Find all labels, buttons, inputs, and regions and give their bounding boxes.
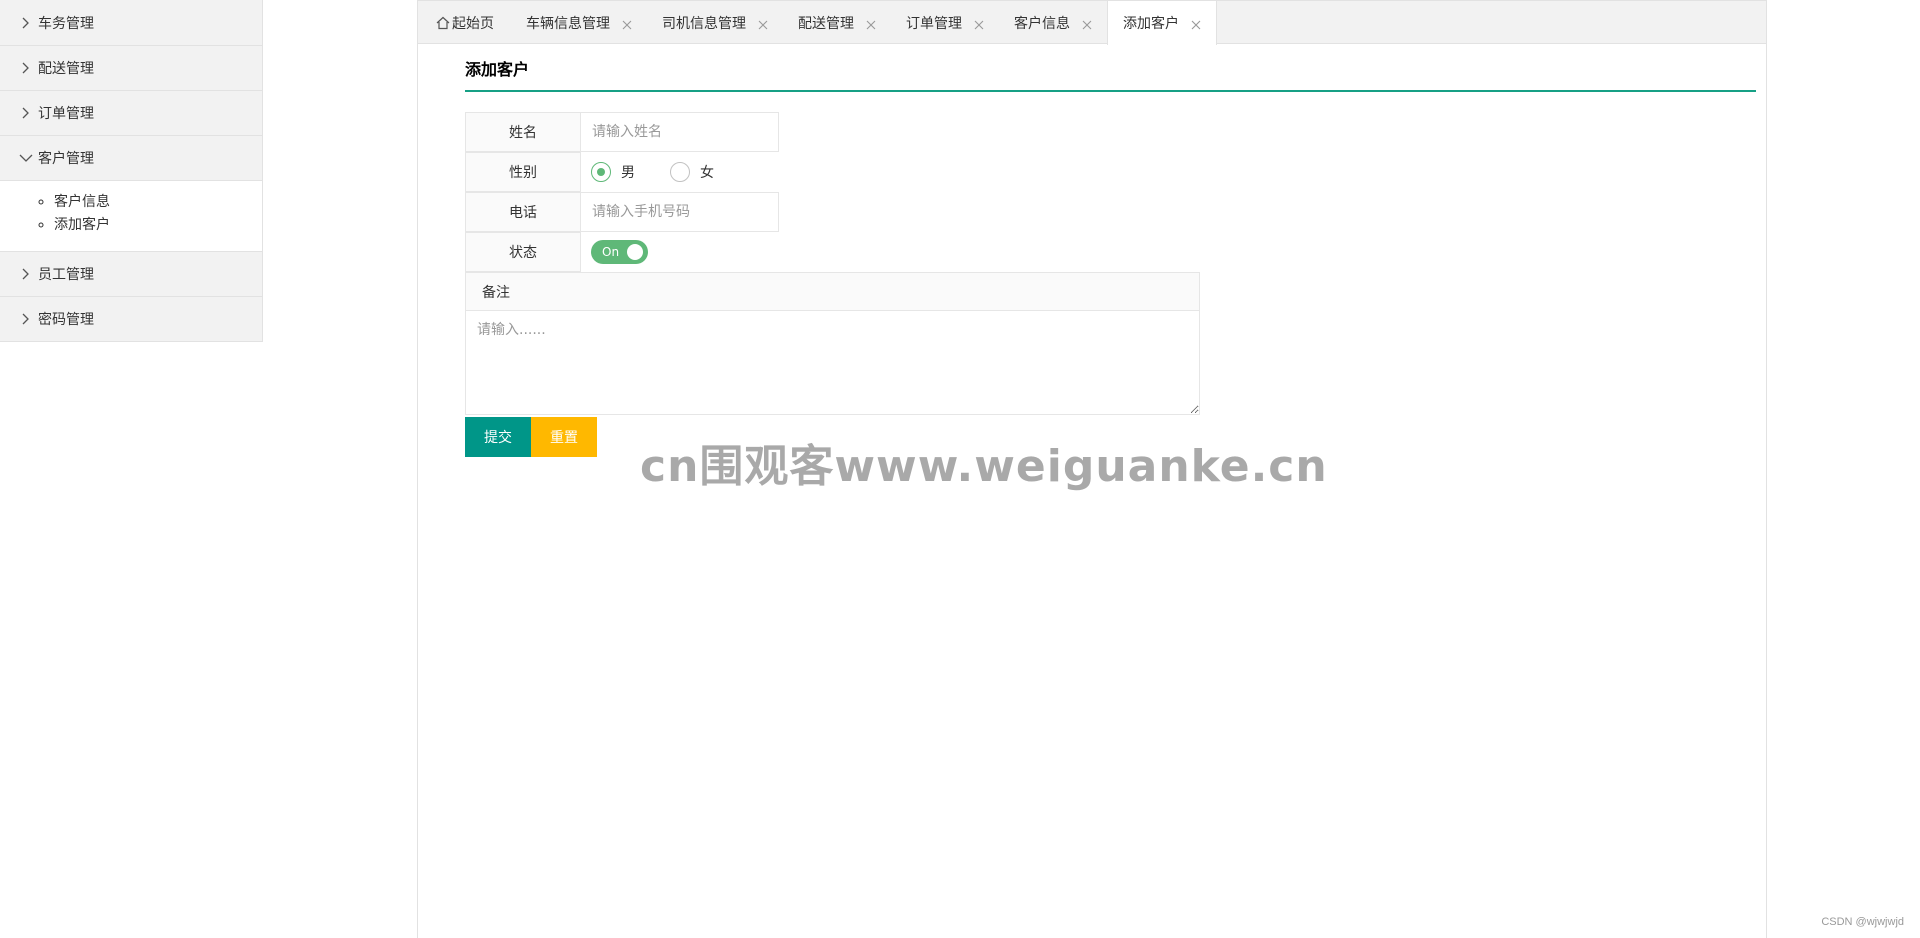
switch-knob bbox=[627, 244, 643, 260]
menu-group-password: 密码管理 bbox=[0, 296, 262, 341]
tab-home[interactable]: 起始页 bbox=[418, 1, 511, 44]
submenu-item-add-customer[interactable]: 添加客户 bbox=[54, 214, 262, 237]
status-label: 状态 bbox=[465, 232, 581, 272]
tab-label: 客户信息 bbox=[1014, 15, 1070, 32]
radio-label: 女 bbox=[700, 165, 714, 181]
gender-radio-male[interactable]: 男 bbox=[591, 162, 635, 182]
form-row-name: 姓名 bbox=[465, 112, 1756, 152]
menu-label: 订单管理 bbox=[38, 106, 94, 122]
gender-label: 性别 bbox=[465, 152, 581, 192]
chevron-right-icon bbox=[18, 60, 34, 76]
remark-box: 备注 bbox=[465, 272, 1200, 415]
tab-vehicle-info[interactable]: 车辆信息管理 bbox=[511, 1, 647, 44]
status-field: On bbox=[581, 232, 648, 272]
tab-driver-info[interactable]: 司机信息管理 bbox=[647, 1, 783, 44]
tab-label: 车辆信息管理 bbox=[526, 15, 610, 32]
chevron-right-icon bbox=[18, 105, 34, 121]
menu-head-staff[interactable]: 员工管理 bbox=[0, 251, 262, 296]
form-row-gender: 性别 男 女 bbox=[465, 152, 1756, 192]
switch-text: On bbox=[602, 245, 620, 259]
name-input[interactable] bbox=[581, 112, 779, 152]
chevron-right-icon bbox=[18, 311, 34, 327]
menu-group-vehicle: 车务管理 bbox=[0, 0, 262, 45]
name-label: 姓名 bbox=[465, 112, 581, 152]
tab-add-customer[interactable]: 添加客户 bbox=[1107, 1, 1217, 45]
tab-label: 配送管理 bbox=[798, 15, 854, 32]
tab-customer-info[interactable]: 客户信息 bbox=[999, 1, 1107, 44]
home-icon bbox=[435, 15, 451, 31]
menu-label: 配送管理 bbox=[38, 61, 94, 77]
menu-head-order[interactable]: 订单管理 bbox=[0, 90, 262, 135]
menu-label: 客户管理 bbox=[38, 151, 94, 167]
credit-text: CSDN @wjwjwjd bbox=[1821, 916, 1904, 928]
chevron-right-icon bbox=[18, 15, 34, 31]
site-watermark: cn围观客www.weiguanke.cn bbox=[640, 441, 1328, 492]
menu-label: 员工管理 bbox=[38, 267, 94, 283]
menu-head-vehicle[interactable]: 车务管理 bbox=[0, 0, 262, 45]
remark-label: 备注 bbox=[466, 273, 1199, 311]
menu-head-password[interactable]: 密码管理 bbox=[0, 296, 262, 341]
close-icon[interactable] bbox=[1191, 18, 1201, 30]
close-icon[interactable] bbox=[758, 18, 768, 29]
status-switch[interactable]: On bbox=[591, 240, 648, 264]
radio-unchecked-icon bbox=[670, 162, 690, 182]
tab-delivery[interactable]: 配送管理 bbox=[783, 1, 891, 44]
radio-checked-icon bbox=[591, 162, 611, 182]
submenu-customer: 客户信息 添加客户 bbox=[0, 180, 262, 251]
phone-label: 电话 bbox=[465, 192, 581, 232]
menu-group-order: 订单管理 bbox=[0, 90, 262, 135]
chevron-down-icon bbox=[18, 150, 34, 166]
form-row-status: 状态 On bbox=[465, 232, 1756, 272]
tab-label: 司机信息管理 bbox=[662, 15, 746, 32]
tab-order[interactable]: 订单管理 bbox=[891, 1, 999, 44]
menu-head-customer[interactable]: 客户管理 bbox=[0, 135, 262, 180]
close-icon[interactable] bbox=[1082, 18, 1092, 29]
chevron-right-icon bbox=[18, 266, 34, 282]
menu-group-staff: 员工管理 bbox=[0, 251, 262, 296]
radio-label: 男 bbox=[621, 165, 635, 181]
menu-label: 车务管理 bbox=[38, 15, 94, 32]
gender-options: 男 女 bbox=[581, 152, 749, 192]
phone-input[interactable] bbox=[581, 192, 779, 232]
add-customer-form: 姓名 性别 男 女 电话 bbox=[465, 112, 1756, 457]
close-icon[interactable] bbox=[866, 18, 876, 29]
close-icon[interactable] bbox=[974, 18, 984, 29]
menu-group-customer: 客户管理 客户信息 添加客户 bbox=[0, 135, 262, 251]
menu-group-delivery: 配送管理 bbox=[0, 45, 262, 90]
gender-radio-female[interactable]: 女 bbox=[670, 162, 714, 182]
tab-label: 添加客户 bbox=[1123, 16, 1179, 32]
close-icon[interactable] bbox=[622, 18, 632, 29]
page-title: 添加客户 bbox=[465, 56, 1756, 92]
sidebar: 车务管理 配送管理 订单管理 客户管理 客户信息 添加客户 员工管理 bbox=[0, 0, 263, 342]
tab-label: 订单管理 bbox=[906, 15, 962, 32]
form-content: 添加客户 姓名 性别 男 女 bbox=[465, 56, 1756, 457]
menu-label: 密码管理 bbox=[38, 312, 94, 328]
form-row-phone: 电话 bbox=[465, 192, 1756, 232]
menu-head-delivery[interactable]: 配送管理 bbox=[0, 45, 262, 90]
tab-label: 起始页 bbox=[452, 15, 494, 32]
submenu-item-customer-info[interactable]: 客户信息 bbox=[54, 191, 262, 214]
remark-textarea[interactable] bbox=[466, 311, 1199, 414]
tab-bar: 起始页 车辆信息管理 司机信息管理 配送管理 订单管理 客户信息 添加客户 bbox=[418, 1, 1766, 45]
submit-button[interactable]: 提交 bbox=[465, 417, 531, 457]
reset-button[interactable]: 重置 bbox=[531, 417, 597, 457]
